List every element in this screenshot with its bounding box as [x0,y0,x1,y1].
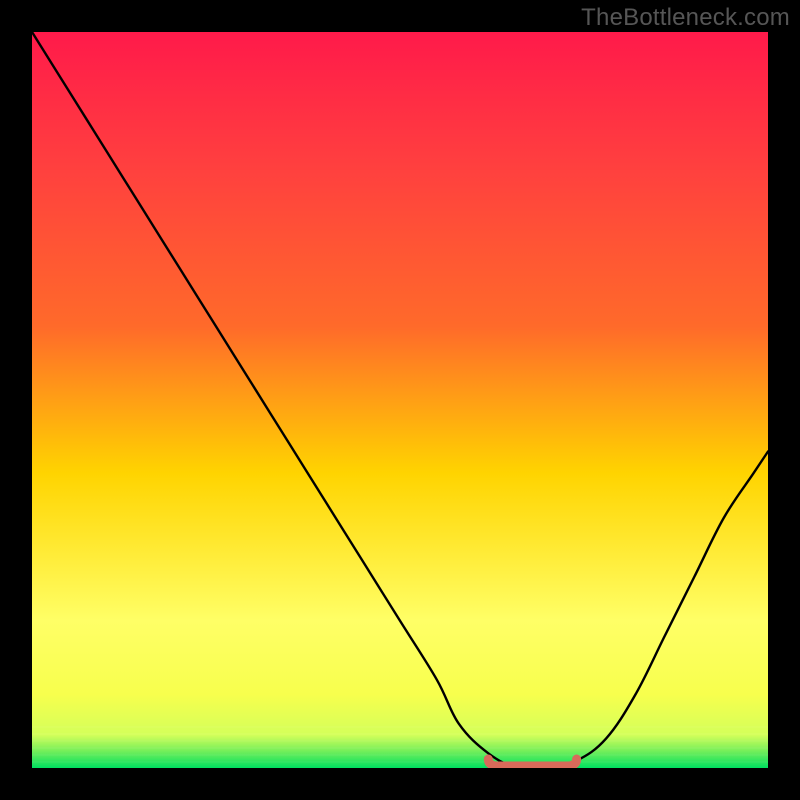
watermark-text: TheBottleneck.com [581,4,790,32]
chart-frame: TheBottleneck.com [0,0,800,800]
chart-svg [32,32,768,768]
plot-area [32,32,768,768]
gradient-background [32,32,768,768]
